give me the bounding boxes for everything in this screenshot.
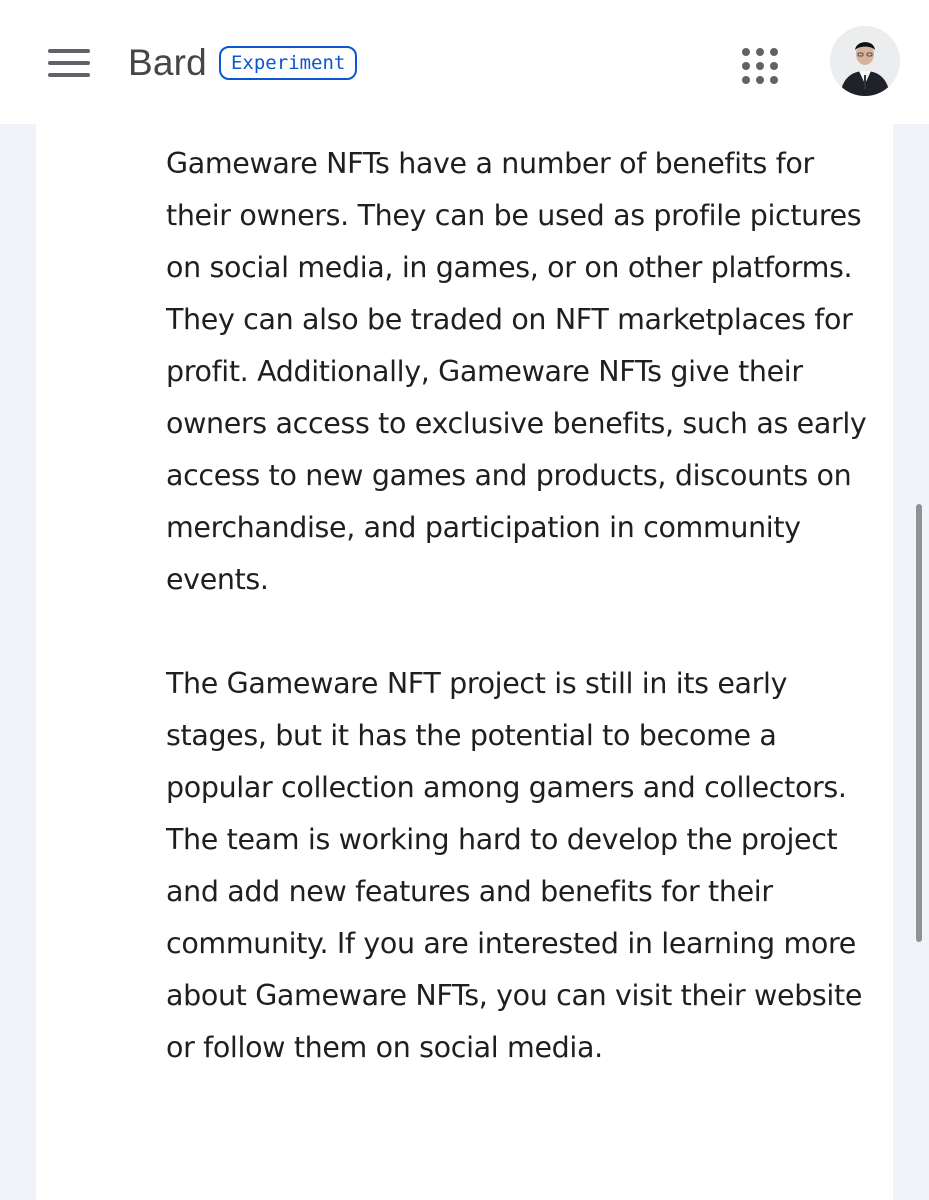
response-paragraph-project-status: The Gameware NFT project is still in its…: [166, 667, 863, 1064]
user-avatar: [830, 26, 900, 96]
google-apps-button[interactable]: [728, 34, 792, 98]
vertical-scrollbar-thumb[interactable]: [916, 504, 922, 942]
bard-page: Bard Experiment Gameware NFTs have a num…: [0, 0, 929, 1200]
chat-content-area: Gameware NFTs have a number of benefits …: [36, 124, 893, 1200]
response-paragraph-benefits: Gameware NFTs have a number of benefits …: [166, 147, 867, 596]
google-apps-grid-icon: [742, 48, 778, 84]
main-menu-button[interactable]: [40, 36, 98, 90]
top-app-bar: Bard Experiment: [0, 0, 929, 124]
account-avatar-button[interactable]: [830, 26, 900, 96]
bard-response: Gameware NFTs have a number of benefits …: [166, 138, 876, 1074]
hamburger-menu-icon: [48, 49, 90, 77]
experiment-badge: Experiment: [218, 46, 358, 80]
brand-name: Bard: [128, 42, 207, 83]
brand-lockup: Bard Experiment: [128, 40, 358, 86]
